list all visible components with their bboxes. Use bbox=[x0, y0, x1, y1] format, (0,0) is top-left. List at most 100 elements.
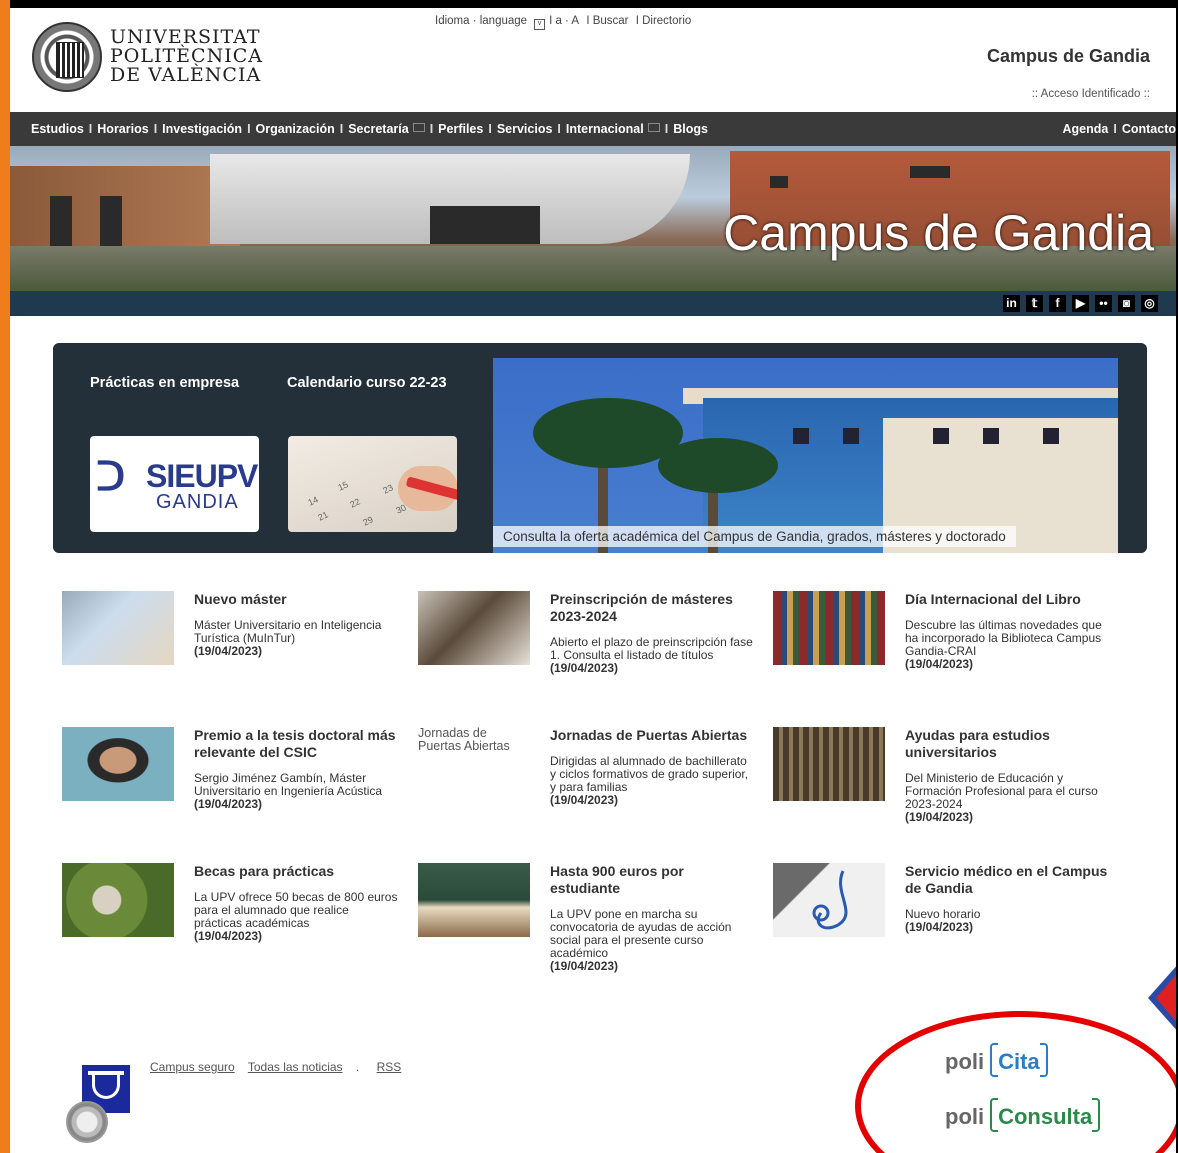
calendar-image-detail: 22 bbox=[348, 496, 362, 510]
submenu-icon bbox=[647, 123, 660, 132]
university-name: UNIVERSITAT POLITÈCNICA DE VALÈNCIA bbox=[110, 28, 263, 85]
upv-seal-icon bbox=[32, 22, 102, 92]
news-body: La UPV pone en marcha su convocatoria de… bbox=[550, 907, 732, 960]
calendar-image-detail: 23 bbox=[381, 482, 395, 496]
nav-item-agenda[interactable]: Agenda bbox=[1063, 122, 1109, 136]
nav-item-internacional[interactable]: Internacional bbox=[566, 122, 644, 136]
nav-item-perfiles[interactable]: Perfiles bbox=[438, 122, 483, 136]
chevron-down-icon[interactable]: v bbox=[534, 19, 546, 30]
news-title[interactable]: Becas para prácticas bbox=[194, 863, 399, 880]
banner-window bbox=[910, 166, 950, 178]
photo-detail bbox=[983, 428, 999, 444]
news-thumbnail[interactable] bbox=[62, 863, 174, 937]
campus-photo[interactable]: Consulta la oferta académica del Campus … bbox=[493, 358, 1118, 553]
news-thumbnail[interactable] bbox=[773, 591, 885, 665]
news-thumbnail[interactable] bbox=[773, 727, 885, 801]
news-thumbnail[interactable] bbox=[773, 863, 885, 937]
news-date: (19/04/2023) bbox=[905, 657, 974, 671]
foursquare-icon[interactable]: ◙ bbox=[1118, 295, 1135, 312]
font-size-link[interactable]: I a · A bbox=[549, 15, 579, 27]
top-utility-links: Idioma · language v I a · A I Buscar I Dir… bbox=[435, 15, 695, 30]
page: UNIVERSITAT POLITÈCNICA DE VALÈNCIA Idio… bbox=[10, 8, 1176, 1153]
news-date: (19/04/2023) bbox=[194, 929, 263, 943]
calendar-image-detail: 21 bbox=[316, 509, 330, 523]
twitter-icon[interactable]: 𝕥 bbox=[1026, 295, 1043, 312]
banner-title: Campus de Gandia bbox=[723, 205, 1154, 261]
main-nav: Estudios I Horarios I Investigación I Organiza… bbox=[10, 112, 1176, 146]
feature-caption[interactable]: Consulta la oferta académica del Campus … bbox=[493, 526, 1016, 547]
nav-item-servicios[interactable]: Servicios bbox=[497, 122, 553, 136]
sieupv-logo-text: SIEUPV bbox=[146, 458, 258, 494]
news-date: (19/04/2023) bbox=[194, 644, 263, 658]
rss-link[interactable]: RSS bbox=[377, 1060, 402, 1074]
nav-item-blogs[interactable]: Blogs bbox=[673, 122, 708, 136]
submenu-icon bbox=[412, 123, 425, 132]
news-thumbnail[interactable] bbox=[62, 591, 174, 665]
sieupv-logo-sub: GANDIA bbox=[156, 491, 239, 513]
left-border-strip bbox=[0, 0, 10, 1153]
nav-item-horarios[interactable]: Horarios bbox=[97, 122, 148, 136]
nav-separator: I bbox=[339, 122, 344, 136]
facebook-icon[interactable]: f bbox=[1049, 295, 1066, 312]
news-body: Máster Universitario en Inteligencia Tur… bbox=[194, 618, 382, 645]
news-body: Sergio Jiménez Gambín, Máster Universita… bbox=[194, 771, 383, 798]
nav-item-secretaria[interactable]: Secretaría bbox=[348, 122, 408, 136]
footer-dot: . bbox=[355, 1060, 360, 1074]
news-body: Abierto el plazo de preinscripción fase … bbox=[550, 635, 753, 662]
campus-title[interactable]: Campus de Gandia bbox=[987, 46, 1150, 67]
footer-links: Campus seguro Todas las noticias . RSS bbox=[150, 1060, 411, 1074]
banner-window bbox=[50, 196, 72, 246]
photo-detail bbox=[793, 428, 809, 444]
login-link[interactable]: :: Acceso Identificado :: bbox=[1032, 88, 1150, 100]
news-title[interactable]: Preinscripción de másteres 2023-2024 bbox=[550, 591, 755, 625]
news-body: Dirigidas al alumnado de bachillerato y … bbox=[550, 754, 749, 794]
campus-seguro-link[interactable]: Campus seguro bbox=[150, 1060, 235, 1074]
nav-separator: I bbox=[88, 122, 93, 136]
photo-detail bbox=[933, 428, 949, 444]
nav-item-investigacion[interactable]: Investigación bbox=[162, 122, 242, 136]
news-date: (19/04/2023) bbox=[905, 920, 974, 934]
nav-item-contacto[interactable]: Contacto bbox=[1122, 122, 1176, 136]
news-title[interactable]: Hasta 900 euros por estudiante bbox=[550, 863, 755, 897]
search-link[interactable]: I Buscar bbox=[586, 15, 628, 27]
language-link[interactable]: Idioma · language bbox=[435, 15, 527, 27]
directory-link[interactable]: I Directorio bbox=[636, 15, 692, 27]
news-title[interactable]: Servicio médico en el Campus de Gandia bbox=[905, 863, 1110, 897]
instagram-icon[interactable]: ◎ bbox=[1141, 295, 1158, 312]
news-date: (19/04/2023) bbox=[550, 793, 619, 807]
calendario-label[interactable]: Calendario curso 22-23 bbox=[287, 375, 447, 391]
flickr-icon[interactable]: •• bbox=[1095, 295, 1112, 312]
calendar-card[interactable]: 14 15 21 22 23 29 30 bbox=[288, 436, 457, 532]
nav-item-estudios[interactable]: Estudios bbox=[31, 122, 84, 136]
news-title[interactable]: Día Internacional del Libro bbox=[905, 591, 1110, 608]
news-title[interactable]: Ayudas para estudios universitarios bbox=[905, 727, 1110, 761]
practicas-label[interactable]: Prácticas en empresa bbox=[90, 375, 239, 391]
banner-window bbox=[430, 206, 540, 244]
news-title[interactable]: Jornadas de Puertas Abiertas bbox=[550, 727, 755, 744]
news-body: Descubre las últimas novedades que ha in… bbox=[905, 618, 1102, 658]
nav-separator: I bbox=[247, 122, 251, 136]
news-thumbnail[interactable] bbox=[418, 591, 530, 665]
university-name-line: DE VALÈNCIA bbox=[110, 64, 262, 86]
news-title[interactable]: Premio a la tesis doctoral más relevante… bbox=[194, 727, 399, 761]
certification-badge-icon[interactable] bbox=[66, 1101, 108, 1143]
linkedin-icon[interactable]: in bbox=[1003, 295, 1020, 312]
calendar-image-detail: 15 bbox=[336, 479, 350, 493]
broken-image-alt[interactable]: Jornadas de Puertas Abiertas bbox=[418, 727, 530, 753]
feature-panel: Prácticas en empresa Calendario curso 22… bbox=[53, 343, 1147, 553]
banner-window bbox=[770, 176, 788, 188]
nav-item-organizacion[interactable]: Organización bbox=[256, 122, 335, 136]
nav-separator: I bbox=[664, 122, 669, 136]
annotation-arrow-icon bbox=[1156, 961, 1176, 1035]
news-thumbnail[interactable] bbox=[418, 863, 530, 937]
annotation-ellipse bbox=[855, 1011, 1176, 1153]
upv-logo[interactable]: UNIVERSITAT POLITÈCNICA DE VALÈNCIA bbox=[32, 22, 262, 92]
news-title[interactable]: Nuevo máster bbox=[194, 591, 399, 608]
todas-noticias-link[interactable]: Todas las noticias bbox=[248, 1060, 343, 1074]
nav-separator: I bbox=[1113, 122, 1117, 136]
youtube-icon[interactable]: ▶ bbox=[1072, 295, 1089, 312]
news-thumbnail[interactable] bbox=[62, 727, 174, 801]
calendar-image-detail: 14 bbox=[306, 494, 320, 508]
sieupv-card[interactable]: ᑐ SIEUPV GANDIA bbox=[90, 436, 259, 532]
news-date: (19/04/2023) bbox=[905, 810, 974, 824]
